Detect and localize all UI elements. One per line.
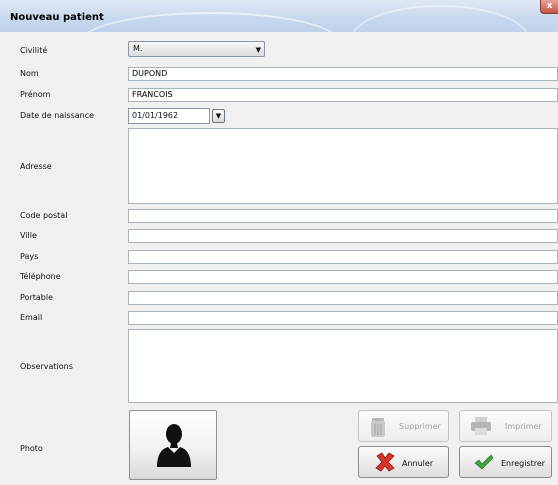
annuler-button[interactable]: Annuler bbox=[358, 446, 449, 478]
title-bar: Nouveau patient x bbox=[0, 0, 558, 32]
label-observations: Observations bbox=[20, 362, 73, 371]
email-field[interactable] bbox=[128, 311, 558, 325]
checkmark-icon bbox=[474, 454, 494, 470]
enregistrer-label: Enregistrer bbox=[501, 459, 546, 468]
label-ville: Ville bbox=[20, 231, 37, 240]
observations-textarea[interactable] bbox=[128, 329, 558, 403]
supprimer-label: Supprimer bbox=[399, 422, 441, 431]
window-title: Nouveau patient bbox=[10, 12, 104, 23]
label-photo: Photo bbox=[20, 444, 43, 453]
titlebar-decoration bbox=[80, 12, 340, 32]
portable-field[interactable] bbox=[128, 291, 558, 305]
titlebar-decoration bbox=[350, 5, 530, 32]
supprimer-button[interactable]: Supprimer bbox=[358, 410, 449, 442]
label-email: Email bbox=[20, 313, 43, 322]
civilite-select[interactable]: M. ▼ bbox=[128, 41, 265, 57]
ville-field[interactable] bbox=[128, 229, 558, 243]
label-nom: Nom bbox=[20, 69, 39, 78]
label-pays: Pays bbox=[20, 252, 39, 261]
date-picker-button[interactable]: ▼ bbox=[212, 109, 225, 123]
label-civilite: Civilité bbox=[20, 46, 48, 55]
prenom-field[interactable]: FRANCOIS bbox=[128, 88, 558, 102]
civilite-value: M. bbox=[133, 44, 143, 53]
label-date-naissance: Date de naissance bbox=[20, 111, 95, 120]
adresse-textarea[interactable] bbox=[128, 128, 558, 204]
enregistrer-button[interactable]: Enregistrer bbox=[459, 446, 552, 478]
cross-icon bbox=[375, 452, 395, 472]
imprimer-label: Imprimer bbox=[505, 422, 542, 431]
person-icon bbox=[157, 424, 191, 467]
chevron-down-icon: ▼ bbox=[255, 46, 261, 54]
imprimer-button[interactable]: Imprimer bbox=[459, 410, 552, 442]
date-naissance-field[interactable]: 01/01/1962 bbox=[128, 108, 210, 124]
annuler-label: Annuler bbox=[402, 459, 434, 468]
label-portable: Portable bbox=[20, 293, 53, 302]
close-button[interactable]: x bbox=[540, 0, 558, 14]
printer-icon bbox=[471, 417, 491, 435]
label-telephone: Téléphone bbox=[20, 272, 61, 281]
nom-field[interactable]: DUPOND bbox=[128, 67, 558, 81]
label-adresse: Adresse bbox=[20, 162, 52, 171]
photo-button[interactable] bbox=[129, 410, 217, 480]
label-prenom: Prénom bbox=[20, 90, 51, 99]
code-postal-field[interactable] bbox=[128, 209, 558, 223]
pays-field[interactable] bbox=[128, 250, 558, 264]
trash-icon bbox=[371, 418, 385, 437]
label-code-postal: Code postal bbox=[20, 211, 68, 220]
chevron-down-icon: ▼ bbox=[215, 112, 222, 120]
telephone-field[interactable] bbox=[128, 270, 558, 284]
